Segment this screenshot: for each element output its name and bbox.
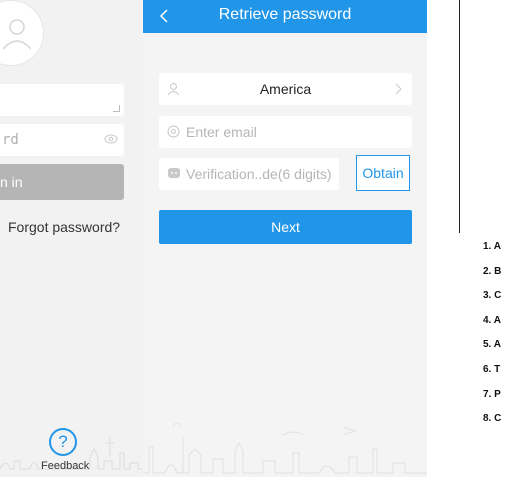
list-item: 7. P [483, 388, 501, 400]
verification-code-placeholder: Verification..de(6 digits) [186, 166, 332, 182]
eye-icon[interactable] [104, 134, 118, 144]
account-field[interactable] [0, 84, 124, 116]
avatar [0, 0, 44, 66]
message-icon [168, 168, 180, 178]
password-field[interactable]: rd [0, 124, 124, 156]
list-item: 5. A [483, 339, 501, 351]
email-icon [167, 125, 180, 138]
login-screen: rd n in Forgot password? ? Feedback [0, 0, 143, 477]
email-placeholder: Enter email [186, 124, 257, 140]
forgot-password-link[interactable]: Forgot password? [8, 219, 120, 235]
country-value: America [259, 81, 312, 97]
chevron-right-icon [395, 83, 402, 95]
list-item: 8. C [483, 413, 502, 425]
retrieve-password-screen: Retrieve password America Enter email Ve… [143, 0, 427, 477]
sign-in-button[interactable]: n in [0, 164, 124, 200]
password-placeholder: rd [2, 132, 19, 148]
country-selector[interactable]: America [159, 73, 412, 105]
nav-bar: Retrieve password [143, 0, 427, 33]
list-item: 1. A [483, 241, 501, 252]
user-icon [2, 19, 31, 50]
feedback-label[interactable]: Feedback [41, 460, 89, 472]
resize-handle-icon [113, 105, 120, 112]
document-step-list: 1. A 2. B 3. C 4. A 5. A 6. T 7. P 8. C [483, 241, 501, 438]
list-item: 3. C [483, 290, 502, 302]
document-divider [459, 0, 460, 233]
list-item: 2. B [483, 265, 502, 277]
obtain-code-button[interactable]: Obtain [356, 155, 410, 191]
page-title: Retrieve password [218, 6, 352, 23]
email-field[interactable]: Enter email [159, 116, 412, 148]
list-item: 6. T [483, 363, 501, 375]
skyline-decoration [143, 422, 427, 474]
sign-in-label: n in [0, 174, 23, 190]
next-button[interactable]: Next [159, 210, 412, 244]
list-item: 4. A [483, 314, 501, 326]
verification-code-field[interactable]: Verification..de(6 digits) [159, 158, 339, 190]
help-icon[interactable]: ? [49, 428, 77, 456]
